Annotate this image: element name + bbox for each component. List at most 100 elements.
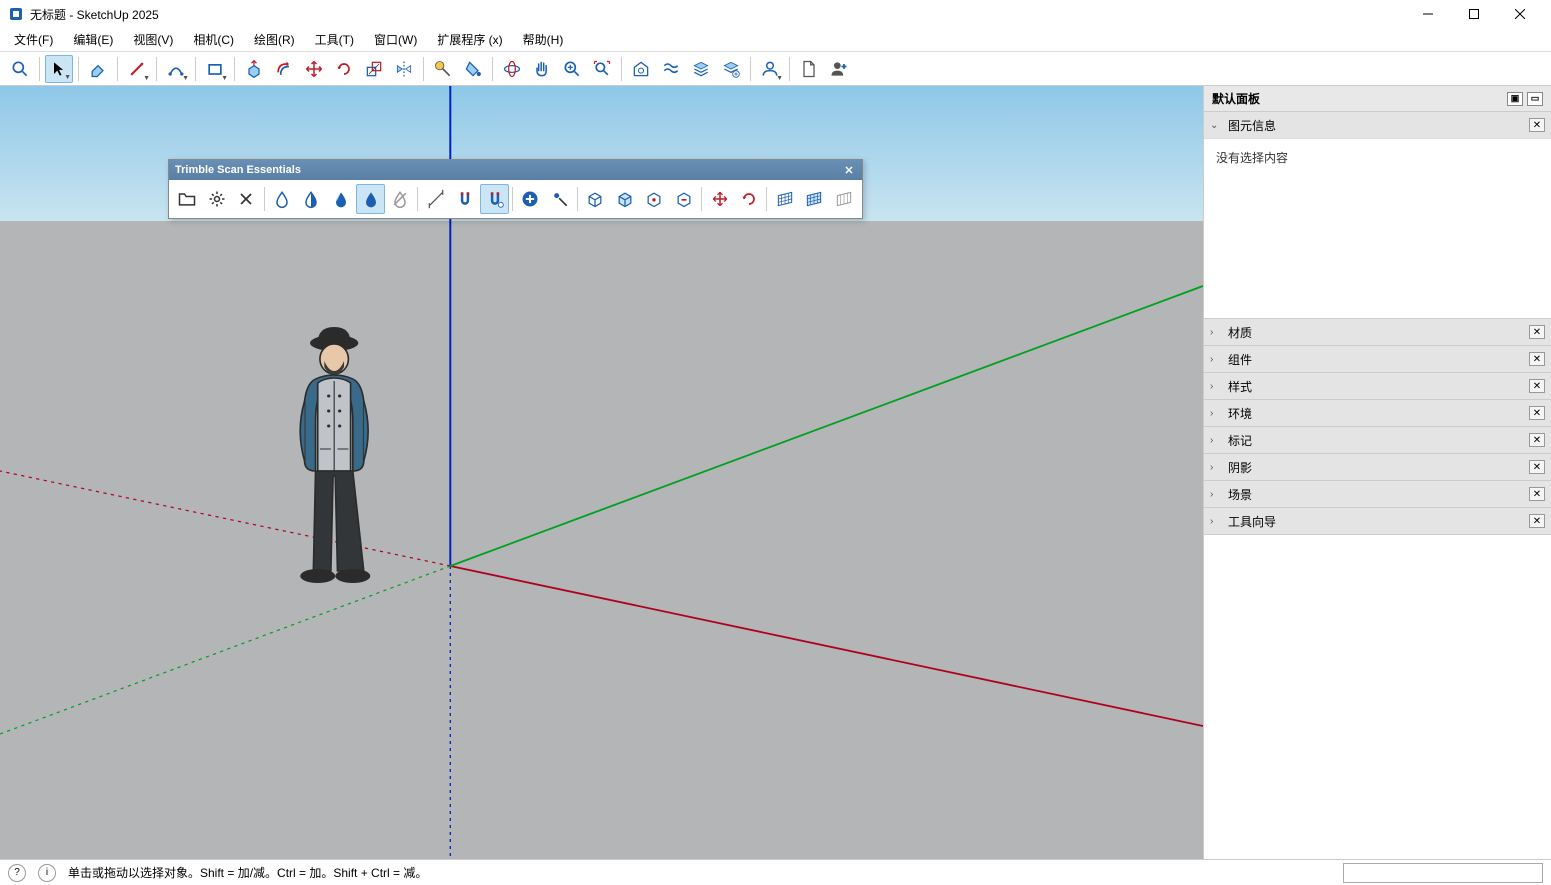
extension-warehouse-tool[interactable]	[657, 55, 685, 83]
section-header-instructor[interactable]: ›工具向导 ✕	[1204, 508, 1551, 534]
chevron-right-icon: ›	[1210, 381, 1222, 392]
add-person-tool[interactable]	[825, 55, 853, 83]
section-header-materials[interactable]: ›材质 ✕	[1204, 319, 1551, 345]
section-close-icon[interactable]: ✕	[1529, 460, 1545, 474]
scan-drop-disabled-icon[interactable]	[386, 184, 415, 214]
eraser-tool[interactable]	[84, 55, 112, 83]
select-tool[interactable]: ▼	[45, 55, 73, 83]
arc-tool[interactable]: ▼	[162, 55, 190, 83]
section-header-components[interactable]: ›组件 ✕	[1204, 346, 1551, 372]
section-close-icon[interactable]: ✕	[1529, 433, 1545, 447]
menu-help[interactable]: 帮助(H)	[517, 29, 570, 50]
line-tool[interactable]: ▼	[123, 55, 151, 83]
scan-magnet-icon[interactable]	[451, 184, 480, 214]
chevron-right-icon: ›	[1210, 354, 1222, 365]
panel-filler	[1204, 535, 1551, 859]
section-close-icon[interactable]: ✕	[1529, 325, 1545, 339]
menu-edit[interactable]: 编辑(E)	[67, 29, 119, 50]
floating-toolbar-close-icon[interactable]: ✕	[842, 163, 856, 177]
main-toolbar: ▼ ▼ ▼ ▼ ▼	[0, 52, 1551, 86]
layers-tool[interactable]	[687, 55, 715, 83]
section-header-shadows[interactable]: › 阴影 ✕	[1204, 454, 1551, 480]
section-header-entity-info[interactable]: ⌄ 图元信息 ✕	[1204, 112, 1551, 138]
menu-file[interactable]: 文件(F)	[8, 29, 59, 50]
flip-tool[interactable]	[390, 55, 418, 83]
scan-move-icon[interactable]	[705, 184, 734, 214]
status-info-icon[interactable]: i	[38, 864, 56, 882]
workspace: Trimble Scan Essentials ✕	[0, 86, 1551, 859]
status-help-icon[interactable]: ?	[8, 864, 26, 882]
scan-grid3-icon[interactable]	[829, 184, 858, 214]
zoom-tool[interactable]	[558, 55, 586, 83]
measurements-input[interactable]	[1343, 863, 1543, 883]
panel-section-shadows: › 阴影 ✕	[1204, 454, 1551, 481]
scale-tool[interactable]	[360, 55, 388, 83]
scan-drop-full-icon[interactable]	[356, 184, 385, 214]
paint-bucket-tool[interactable]	[459, 55, 487, 83]
section-header-tags[interactable]: ›标记 ✕	[1204, 427, 1551, 453]
panel-section-environment: ›环境 ✕	[1204, 400, 1551, 427]
scan-box2-icon[interactable]	[611, 184, 640, 214]
scan-box3-icon[interactable]	[640, 184, 669, 214]
section-title: 标记	[1228, 432, 1252, 449]
section-close-icon[interactable]: ✕	[1529, 514, 1545, 528]
side-panel-header: 默认面板 ▣ ▭	[1204, 86, 1551, 112]
section-header-styles[interactable]: ›样式 ✕	[1204, 373, 1551, 399]
offset-tool[interactable]	[270, 55, 298, 83]
section-header-environment[interactable]: ›环境 ✕	[1204, 400, 1551, 426]
chevron-right-icon: ›	[1210, 408, 1222, 419]
section-title: 阴影	[1228, 459, 1252, 476]
scan-grid2-icon[interactable]	[800, 184, 829, 214]
scan-measure-icon[interactable]	[421, 184, 450, 214]
panel-collapse-icon[interactable]: ▭	[1527, 92, 1543, 106]
floating-toolbar-titlebar[interactable]: Trimble Scan Essentials ✕	[169, 160, 862, 180]
section-close-icon[interactable]: ✕	[1529, 118, 1545, 132]
menu-tools[interactable]: 工具(T)	[309, 29, 360, 50]
panel-pin-icon[interactable]: ▣	[1507, 92, 1523, 106]
scan-grid1-icon[interactable]	[770, 184, 799, 214]
menu-window[interactable]: 窗口(W)	[368, 29, 423, 50]
new-file-tool[interactable]	[795, 55, 823, 83]
rotate-tool[interactable]	[330, 55, 358, 83]
account-tool[interactable]: ▼	[756, 55, 784, 83]
menu-camera[interactable]: 相机(C)	[187, 29, 240, 50]
tape-measure-tool[interactable]	[429, 55, 457, 83]
section-close-icon[interactable]: ✕	[1529, 379, 1545, 393]
rectangle-tool[interactable]: ▼	[201, 55, 229, 83]
move-tool[interactable]	[300, 55, 328, 83]
chevron-right-icon: ›	[1210, 462, 1222, 473]
orbit-tool[interactable]	[498, 55, 526, 83]
scan-open-folder-icon[interactable]	[173, 184, 202, 214]
search-tool[interactable]	[6, 55, 34, 83]
pan-tool[interactable]	[528, 55, 556, 83]
scan-box4-icon[interactable]	[670, 184, 699, 214]
layers-manage-tool[interactable]	[717, 55, 745, 83]
warehouse-tool[interactable]	[627, 55, 655, 83]
scan-add-point-icon[interactable]	[516, 184, 545, 214]
section-close-icon[interactable]: ✕	[1529, 487, 1545, 501]
viewport[interactable]: Trimble Scan Essentials ✕	[0, 86, 1203, 859]
menu-view[interactable]: 视图(V)	[127, 29, 179, 50]
section-close-icon[interactable]: ✕	[1529, 406, 1545, 420]
floating-toolbar-scan-essentials[interactable]: Trimble Scan Essentials ✕	[168, 159, 863, 219]
scan-close-icon[interactable]	[232, 184, 261, 214]
scan-magnet-active-icon[interactable]	[480, 184, 509, 214]
scan-pick-point-icon[interactable]	[546, 184, 575, 214]
menu-draw[interactable]: 绘图(R)	[248, 29, 301, 50]
pushpull-tool[interactable]	[240, 55, 268, 83]
maximize-button[interactable]	[1451, 0, 1497, 28]
scan-rotate-icon[interactable]	[735, 184, 764, 214]
section-header-scenes[interactable]: ›场景 ✕	[1204, 481, 1551, 507]
scan-drop-outline-icon[interactable]	[268, 184, 297, 214]
scan-drop-half-icon[interactable]	[297, 184, 326, 214]
close-button[interactable]	[1497, 0, 1543, 28]
minimize-button[interactable]	[1405, 0, 1451, 28]
scan-drop-mostly-icon[interactable]	[327, 184, 356, 214]
panel-section-styles: ›样式 ✕	[1204, 373, 1551, 400]
scan-settings-icon[interactable]	[203, 184, 232, 214]
side-panel-title: 默认面板	[1212, 90, 1260, 107]
menu-extensions[interactable]: 扩展程序 (x)	[431, 29, 508, 50]
scan-box1-icon[interactable]	[581, 184, 610, 214]
zoom-extents-tool[interactable]	[588, 55, 616, 83]
section-close-icon[interactable]: ✕	[1529, 352, 1545, 366]
